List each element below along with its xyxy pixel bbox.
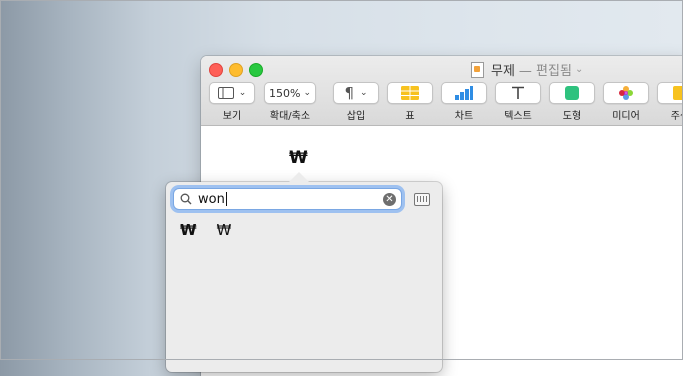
text-button[interactable] <box>495 82 541 104</box>
table-icon <box>401 86 419 100</box>
result-won-sign-2[interactable]: ₩ <box>217 221 232 239</box>
insert-button[interactable]: ¶ ⌄ <box>333 82 379 104</box>
text-tool[interactable]: 텍스트 <box>495 82 541 122</box>
pilcrow-icon: ¶ <box>344 84 354 102</box>
insert-label: 삽입 <box>346 111 366 122</box>
table-button[interactable] <box>387 82 433 104</box>
toolbar: 무제 — 편집됨 ⌄ ⌄ 보기 150% ⌄ 확대/축소 ¶ ⌄ 삽입 표 차트… <box>201 56 683 126</box>
insert-tool[interactable]: ¶ ⌄ 삽입 <box>333 82 379 122</box>
text-label: 텍스트 <box>504 111 532 122</box>
window-title: 무제 <box>491 64 515 79</box>
zoom-window-button[interactable] <box>249 63 263 77</box>
edited-status: — 편집됨 <box>518 64 572 79</box>
minimize-button[interactable] <box>229 63 243 77</box>
chevron-down-icon: ⌄ <box>574 64 584 75</box>
chart-icon <box>455 86 473 100</box>
table-tool[interactable]: 표 <box>387 82 433 122</box>
popover-arrow <box>288 172 310 183</box>
comment-label: 주석 <box>670 111 683 122</box>
result-won-sign-1[interactable]: ₩ <box>180 221 197 239</box>
character-viewer-popover: won ✕ ₩ ₩ <box>166 172 442 372</box>
document-icon <box>471 61 484 78</box>
zoom-value: 150% <box>269 86 301 100</box>
search-input[interactable]: won <box>198 192 383 207</box>
text-icon <box>512 86 524 99</box>
chart-tool[interactable]: 차트 <box>441 82 487 122</box>
zoom-select[interactable]: 150% ⌄ <box>264 82 316 104</box>
view-button[interactable]: ⌄ <box>209 82 255 104</box>
shape-icon <box>565 86 579 100</box>
window-title-bar[interactable]: 무제 — 편집됨 ⌄ <box>471 60 583 79</box>
shape-label: 도형 <box>562 111 582 122</box>
shape-button[interactable] <box>549 82 595 104</box>
sidebar-icon <box>217 87 234 99</box>
clear-search-icon[interactable]: ✕ <box>383 192 396 206</box>
comment-icon <box>673 86 683 100</box>
media-label: 미디어 <box>612 111 640 122</box>
chevron-down-icon: ⌄ <box>238 88 247 98</box>
search-icon <box>180 193 192 205</box>
zoom-label: 확대/축소 <box>269 111 311 122</box>
character-search-field[interactable]: won ✕ <box>173 188 402 210</box>
media-button[interactable] <box>603 82 649 104</box>
character-viewer-icon[interactable] <box>414 193 430 206</box>
table-label: 표 <box>405 111 415 122</box>
shape-tool[interactable]: 도형 <box>549 82 595 122</box>
search-results: ₩ ₩ <box>180 221 231 239</box>
comment-button[interactable] <box>657 82 683 104</box>
chart-button[interactable] <box>441 82 487 104</box>
inserted-character[interactable]: ₩ <box>289 148 308 168</box>
chart-label: 차트 <box>454 111 474 122</box>
view-tool[interactable]: ⌄ 보기 <box>209 82 255 122</box>
media-tool[interactable]: 미디어 <box>603 82 649 122</box>
view-label: 보기 <box>222 111 242 122</box>
close-button[interactable] <box>209 63 223 77</box>
chevron-down-icon: ⌄ <box>360 88 368 98</box>
comment-tool[interactable]: 주석 <box>657 82 683 122</box>
chevron-down-icon: ⌄ <box>303 88 311 98</box>
photos-icon <box>619 86 633 100</box>
zoom-tool[interactable]: 150% ⌄ 확대/축소 <box>264 82 316 122</box>
